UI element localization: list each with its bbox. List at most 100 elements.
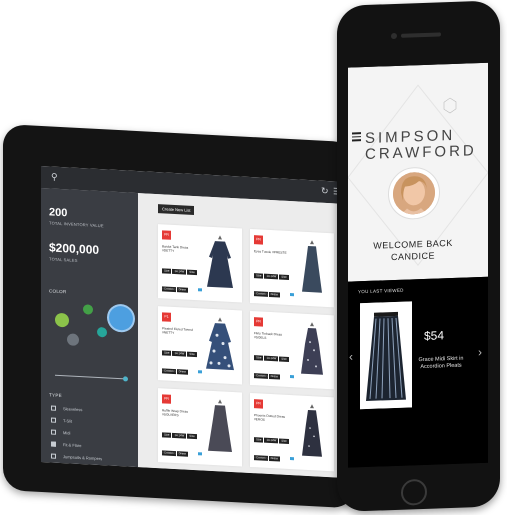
product-name: Pleated Fluted Tweed #NETTY [162,326,193,335]
size-chip[interactable]: 14-14W [172,432,187,439]
type-filter-item[interactable]: Jumpsuits & Rompers [51,453,131,465]
availability-indicator [198,370,202,374]
size-chip[interactable]: 14-14W [264,355,279,362]
availability-indicator [198,452,202,456]
inventory-value: 200 [49,206,68,220]
type-filter-item[interactable]: Midi [51,429,131,441]
chevron-left-icon[interactable]: ‹ [349,349,353,363]
product-image[interactable] [360,301,412,410]
size-chip[interactable]: Size [162,350,172,356]
color-swatch-blue[interactable] [109,305,133,331]
availability-label: Availability [254,291,269,296]
type-filter-label: Jumpsuits & Rompers [63,454,103,462]
camera-icon [391,32,397,40]
size-chip[interactable]: Size [279,356,289,362]
dress-image [301,322,323,375]
checkbox-checked[interactable] [51,441,56,447]
dress-image [302,404,322,457]
product-badge: P1 [162,312,171,322]
color-slider-handle[interactable] [123,376,128,382]
create-new-list-button[interactable]: Create New List [158,204,195,216]
type-filter-label: Sleeveless [63,406,83,413]
type-filter-item[interactable]: Sleeveless [51,405,131,417]
size-chip[interactable]: Dress [176,451,188,457]
color-swatch-teal[interactable] [97,326,107,338]
availability-label: Availability [162,450,177,456]
size-chip[interactable]: Size [279,438,289,444]
availability-label: Availability [254,455,269,460]
home-button[interactable] [401,478,427,506]
product-card[interactable]: PR Phoenix Dotted Dress #EROS Size 14-14W… [250,392,334,472]
search-icon[interactable]: ⚲ [51,172,58,182]
size-chip[interactable]: Size [254,273,264,279]
product-name: Bardot Tank Dress #DETTY [162,244,189,253]
last-viewed-panel: YOU LAST VIEWED ‹ $54 Grace Midi Skirt i… [348,276,488,468]
size-chip[interactable]: Size [279,274,289,280]
inventory-label: TOTAL INVENTORY VALUE [49,220,104,229]
size-chip[interactable]: 14-14W [264,273,279,280]
product-card[interactable]: P1 Pleated Fluted Tweed #NETTY Size 14-14… [158,306,242,385]
availability-indicator [198,288,202,292]
type-label: TYPE [49,392,62,399]
size-chip[interactable]: 14-14W [264,437,279,444]
color-swatch-green[interactable] [83,304,93,315]
product-card[interactable]: PR Bardot Tank Dress #DETTY Size 14-14W Si… [158,224,242,303]
history-icon[interactable]: ↻ [321,186,329,196]
checkbox[interactable] [51,429,56,435]
menu-icon[interactable] [352,132,361,143]
avatar-photo [393,171,435,216]
size-chip[interactable]: Dress [176,287,188,293]
size-chip[interactable]: Size [187,351,197,358]
dress-image [207,235,233,289]
last-viewed-label: YOU LAST VIEWED [358,287,404,295]
type-filter-label: T-Slit [63,418,73,424]
size-chip[interactable]: Size [162,268,172,274]
size-chip[interactable]: Dress [268,291,280,298]
phone-screen: SIMPSON CRAWFORD WELCOME BACK CANDICE YO… [348,62,488,468]
sales-label: TOTAL SALES [49,256,78,263]
product-price: $54 [424,328,445,343]
size-chip[interactable]: Size [187,433,197,440]
size-chip[interactable]: 14-14W [172,350,187,357]
product-badge: PR [162,230,171,240]
product-card[interactable]: PR Ruffle Wrap Dress #SOLVERS Size 14-14W… [158,388,242,467]
welcome-panel: SIMPSON CRAWFORD WELCOME BACK CANDICE [348,62,488,282]
color-label: COLOR [49,288,67,295]
type-filter-label: Midi [63,430,71,436]
size-chip[interactable]: Size [254,437,264,443]
size-chip[interactable]: Size [254,355,264,361]
size-chip[interactable]: Dress [176,369,188,375]
size-chip[interactable]: Dress [268,455,280,462]
color-slider-track[interactable] [55,374,125,380]
availability-indicator [290,457,294,461]
sales-value: $200,000 [49,240,100,258]
color-swatch-lime[interactable] [55,312,69,328]
color-swatch-gray[interactable] [67,333,79,346]
phone-device: SIMPSON CRAWFORD WELCOME BACK CANDICE YO… [337,0,500,512]
product-card[interactable]: PR Eyes Tuxxie #PRESTE Size 14-14W SizeCus… [250,228,334,308]
product-badge: PR [254,317,263,327]
size-chip[interactable]: 14-14W [172,268,187,275]
availability-label: Availability [162,368,177,374]
size-chip[interactable]: Size [162,432,172,438]
tablet-device: ⚲ ↻ ☰ 200 TOTAL INVENTORY VALUE $200,000… [3,124,355,509]
chevron-right-icon[interactable]: › [478,345,482,359]
product-badge: PR [162,394,171,404]
checkbox[interactable] [51,405,56,411]
availability-indicator [290,293,294,297]
type-filter-label: Fit & Flare [63,442,82,449]
type-filter-item[interactable]: Fit & Flare [51,441,131,453]
checkbox[interactable] [51,417,56,423]
availability-indicator [290,375,294,379]
tablet-screen: ⚲ ↻ ☰ 200 TOTAL INVENTORY VALUE $200,000… [41,165,341,478]
type-filter-item[interactable]: T-Slit [51,417,131,429]
checkbox[interactable] [51,453,56,459]
product-name: Eyes Tuxxie #PRESTE [254,249,287,255]
product-badge: PR [254,235,263,245]
availability-label: Availability [162,286,177,292]
dress-image [206,317,234,371]
size-chip[interactable]: Dress [268,373,280,380]
product-card[interactable]: PR Flirty Tieback Dress #SOELS Size 14-14… [250,310,334,390]
speaker-grille [401,32,441,38]
size-chip[interactable]: Size [187,269,197,276]
